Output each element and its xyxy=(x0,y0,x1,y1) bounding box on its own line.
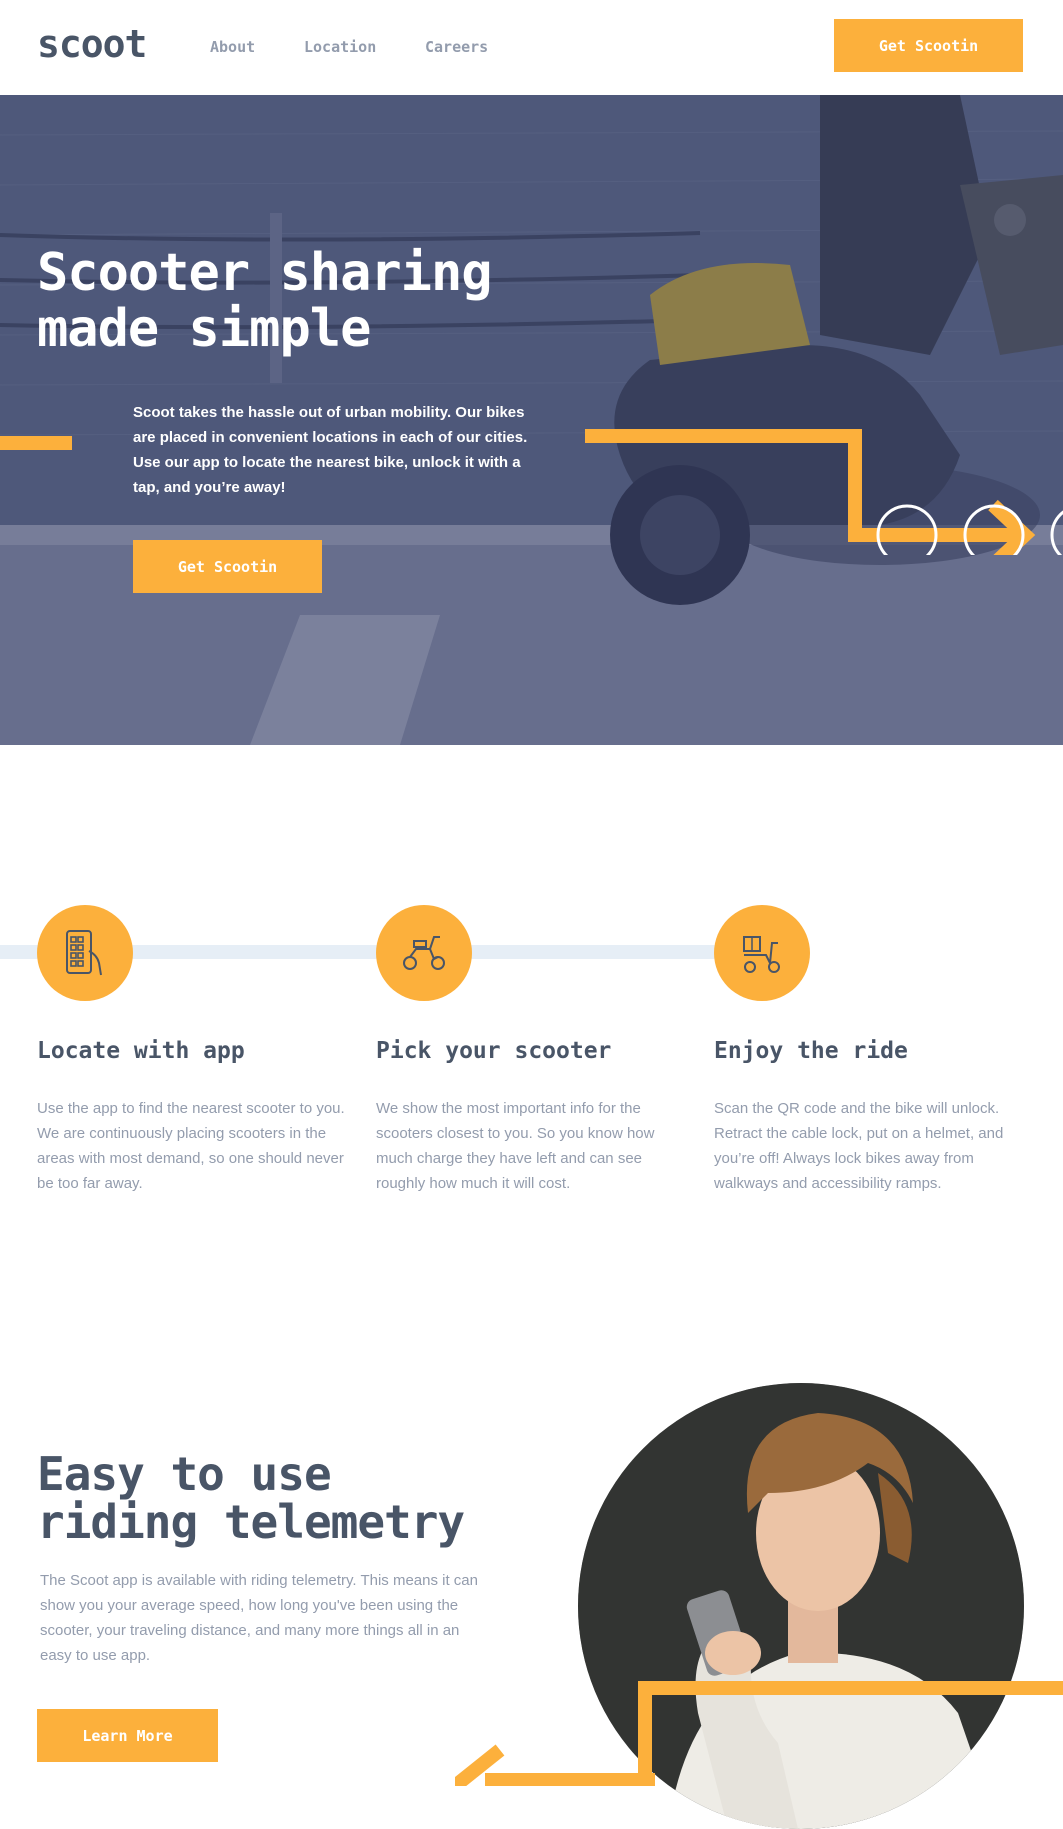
feature-text-3: Scan the QR code and the bike will unloc… xyxy=(714,1100,1004,1192)
telemetry-route-decoration xyxy=(455,1681,1063,1786)
telemetry-description: The Scoot app is available with riding t… xyxy=(40,1572,478,1664)
hero-route-decoration xyxy=(585,429,1063,555)
site-header: scoot About Location Careers Get Scootin xyxy=(0,0,1063,95)
feature-title-1: Locate with app xyxy=(37,1038,245,1064)
delivery-scooter-icon xyxy=(743,936,780,973)
hero-cta-button[interactable]: Get Scootin xyxy=(133,540,322,593)
feature-text-1: Use the app to find the nearest scooter … xyxy=(37,1100,345,1192)
telemetry-title: Easy to use riding telemetry xyxy=(37,1447,465,1549)
hero-description: Scoot takes the hassle out of urban mobi… xyxy=(133,404,528,496)
nav-careers[interactable]: Careers xyxy=(425,38,488,56)
hero-section: Scooter sharing made simple Scoot takes … xyxy=(0,95,1063,745)
header-cta-button[interactable]: Get Scootin xyxy=(834,19,1023,72)
hero-title: Scooter sharing made simple xyxy=(37,243,493,359)
phone-app-icon xyxy=(66,930,102,976)
feature-title-3: Enjoy the ride xyxy=(714,1038,908,1064)
feature-icon-circle-1 xyxy=(37,905,133,1001)
nav-about[interactable]: About xyxy=(210,38,255,56)
hero-accent-bar xyxy=(0,436,72,450)
feature-text-2: We show the most important info for the … xyxy=(376,1100,655,1192)
feature-icon-circle-3 xyxy=(714,905,810,1001)
scooter-icon xyxy=(403,936,445,970)
feature-title-2: Pick your scooter xyxy=(376,1038,612,1064)
feature-icon-circle-2 xyxy=(376,905,472,1001)
logo[interactable]: scoot xyxy=(37,22,147,66)
learn-more-button[interactable]: Learn More xyxy=(37,1709,218,1762)
nav-location[interactable]: Location xyxy=(304,38,376,56)
